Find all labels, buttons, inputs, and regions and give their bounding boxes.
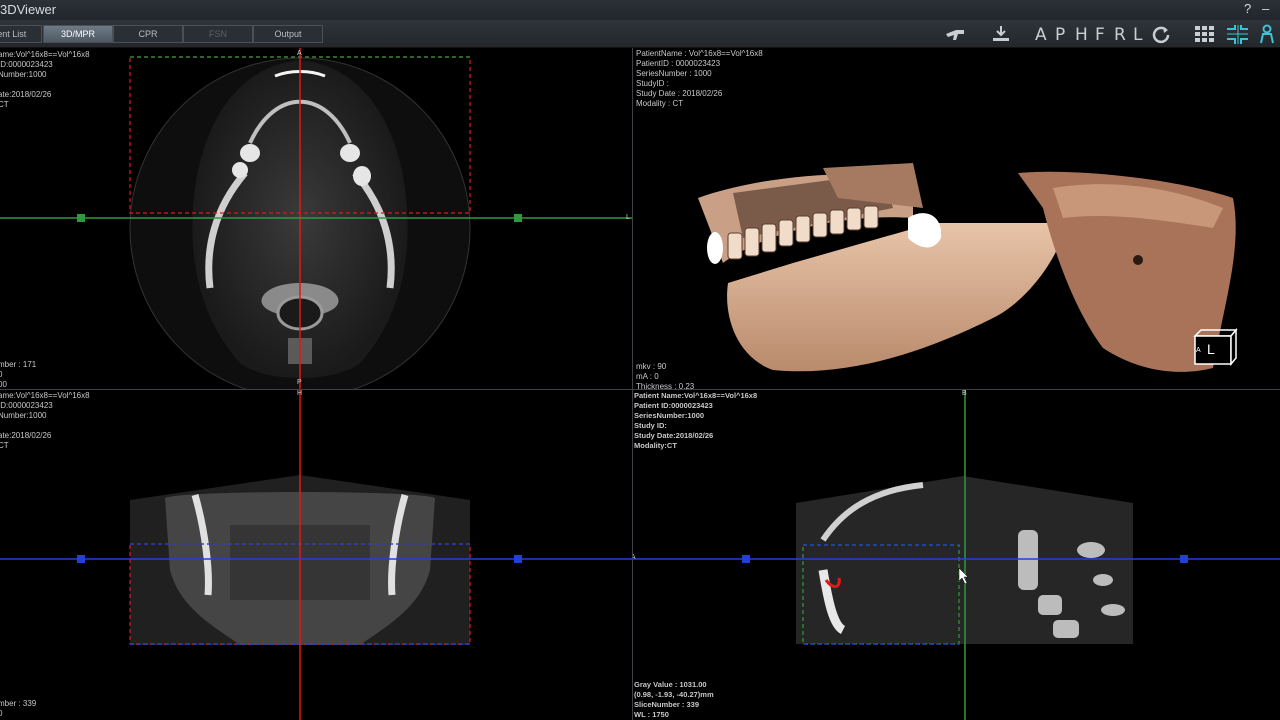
tab-cpr[interactable]: CPR — [113, 25, 183, 43]
mouse-cursor — [958, 567, 969, 585]
axial-handle-left — [77, 214, 85, 222]
person-icon[interactable] — [1258, 24, 1280, 44]
tab-fsn[interactable]: FSN — [183, 25, 253, 43]
viewport-divider-vertical[interactable] — [632, 48, 633, 720]
axial-crosshair[interactable] — [0, 48, 632, 389]
volume-patient-info: PatientName : Vol^16x8==Vol^16x8 Patient… — [636, 49, 763, 108]
tab-3d-mpr[interactable]: 3D/MPR — [43, 25, 113, 43]
rotate-reset-icon[interactable] — [1150, 24, 1172, 44]
view-posterior-button[interactable]: P — [1055, 25, 1065, 45]
axial-top-marker: A — [297, 50, 302, 57]
coronal-patient-info: ame:Vol^16x8==Vol^16x8 ID:0000023423 Num… — [0, 391, 90, 450]
sagittal-viewport[interactable]: Patient Name:Vol^16x8==Vol^16x8 Patient … — [633, 390, 1280, 720]
volume-render-info: mkv : 90 mA : 0 Thickness : 0.23 — [636, 362, 695, 389]
axial-handle-right — [514, 214, 522, 222]
tab-patient-list[interactable]: atient List — [0, 25, 42, 43]
app-title: 3DViewer — [0, 2, 57, 17]
coronal-crosshair[interactable] — [0, 390, 632, 720]
axial-viewport[interactable]: ame:Vol^16x8==Vol^16x8 ID:0000023423 Num… — [0, 48, 632, 389]
axial-right-marker: L — [626, 214, 630, 221]
volume-render-viewport[interactable]: L A PatientName : Vol^16x8==Vol^16x8 Pat… — [633, 48, 1280, 389]
coronal-viewport[interactable]: ame:Vol^16x8==Vol^16x8 ID:0000023423 Num… — [0, 390, 632, 720]
view-foot-button[interactable]: F — [1095, 25, 1105, 45]
tab-output[interactable]: Output — [253, 25, 323, 43]
view-head-button[interactable]: H — [1075, 25, 1088, 45]
axial-slice-info: mber : 171 0 00 — [0, 360, 37, 389]
minimize-button[interactable]: – — [1262, 1, 1269, 16]
title-bar: 3DViewer ? – — [0, 0, 1280, 20]
toolbar: atient List 3D/MPR CPR FSN Output A P H … — [0, 20, 1280, 48]
coronal-top-marker: H — [297, 390, 303, 397]
help-button[interactable]: ? — [1244, 1, 1251, 16]
grid-layout-icon[interactable] — [1194, 24, 1216, 44]
cube-front-label: L — [1207, 341, 1215, 357]
crosshair-icon[interactable] — [1226, 24, 1248, 44]
view-left-button[interactable]: L — [1133, 25, 1142, 45]
view-right-button[interactable]: R — [1114, 25, 1126, 45]
sagittal-patient-info: Patient Name:Vol^16x8==Vol^16x8 Patient … — [634, 391, 758, 450]
sagittal-top-marker: B — [962, 390, 967, 397]
view-anterior-button[interactable]: A — [1035, 25, 1047, 45]
hand-icon[interactable] — [944, 24, 966, 44]
viewport-divider-horizontal[interactable] — [0, 389, 1280, 390]
download-icon[interactable] — [990, 24, 1012, 44]
sagittal-left-marker: LA — [633, 554, 636, 561]
cube-side-label: A — [1196, 347, 1201, 354]
sagittal-measure-info: Gray Value : 1031.00 (0.98, -1.93, -40.2… — [634, 680, 714, 719]
axial-bottom-marker: P — [297, 379, 302, 386]
coronal-slice-info: mber : 339 0 00 — [0, 699, 37, 720]
axial-patient-info: ame:Vol^16x8==Vol^16x8 ID:0000023423 Num… — [0, 50, 90, 109]
